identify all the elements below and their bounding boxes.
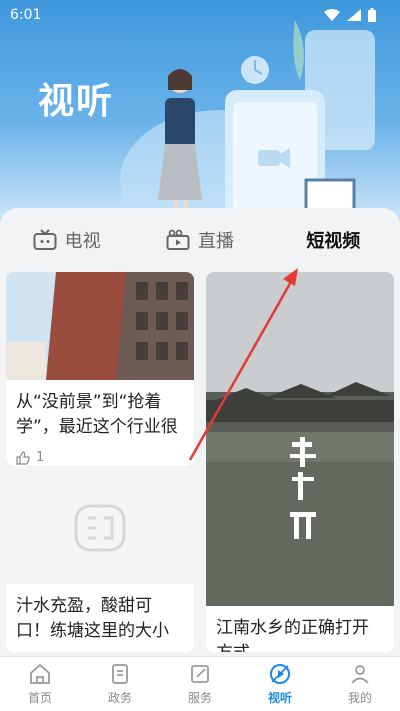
hero-banner: 6:01 视听 — [0, 0, 400, 222]
video-card-title: 汁水充盈，酸甜可口！练塘这里的大小 — [16, 596, 169, 641]
status-time: 6:01 — [10, 7, 42, 23]
tab-live-label: 直播 — [197, 231, 234, 252]
media-tabs: 电视 直播 短视频 — [0, 208, 400, 272]
thumbs-up-icon — [16, 450, 30, 465]
nav-profile-label: 我的 — [347, 691, 372, 705]
tab-tv[interactable]: 电视 — [0, 227, 133, 253]
water-town-image — [206, 272, 394, 606]
edit-icon — [191, 665, 209, 683]
hero-illustration — [120, 20, 375, 222]
tv-icon — [33, 229, 57, 250]
like-count-value: 1 — [36, 450, 45, 465]
nav-services-label: 服务 — [187, 691, 212, 705]
video-card[interactable]: 汁水充盈，酸甜可口！练塘这里的大小 — [6, 472, 194, 652]
nav-government-label: 政务 — [107, 691, 132, 705]
placeholder-logo-icon — [74, 504, 126, 552]
tab-short-video-label: 短视频 — [306, 231, 361, 252]
building-sign-image — [6, 272, 194, 380]
nav-profile[interactable]: 我的 — [320, 657, 400, 711]
bottom-navigation: 首页 政务 服务 视听 我的 — [0, 656, 400, 711]
nav-media[interactable]: 视听 — [240, 657, 320, 711]
video-card-title: 江南水乡的正确打开方式 — [216, 618, 369, 652]
user-icon — [351, 665, 369, 684]
like-count[interactable]: 1 — [6, 450, 194, 465]
tab-tv-label: 电视 — [64, 231, 101, 252]
video-card[interactable]: 江南水乡的正确打开方式 — [206, 272, 394, 652]
nav-government[interactable]: 政务 — [80, 657, 160, 711]
live-camera-icon — [166, 229, 190, 250]
document-icon — [112, 664, 128, 684]
video-card-title: 从“没前景”到“抢着学”，最近这个行业很 — [16, 392, 178, 437]
home-icon — [30, 663, 50, 684]
video-card[interactable]: 从“没前景”到“抢着学”，最近这个行业很 1 — [6, 272, 194, 466]
nav-home[interactable]: 首页 — [0, 657, 80, 711]
video-thumbnail — [6, 272, 194, 380]
tab-live[interactable]: 直播 — [133, 227, 266, 253]
nav-home-label: 首页 — [27, 691, 52, 705]
video-thumbnail — [206, 272, 394, 606]
nav-media-label: 视听 — [267, 691, 292, 705]
tab-short-video[interactable]: 短视频 — [267, 227, 400, 253]
page-title: 视听 — [38, 81, 115, 122]
play-circle-icon — [270, 664, 290, 684]
nav-services[interactable]: 服务 — [160, 657, 240, 711]
video-thumbnail-placeholder — [6, 472, 194, 584]
